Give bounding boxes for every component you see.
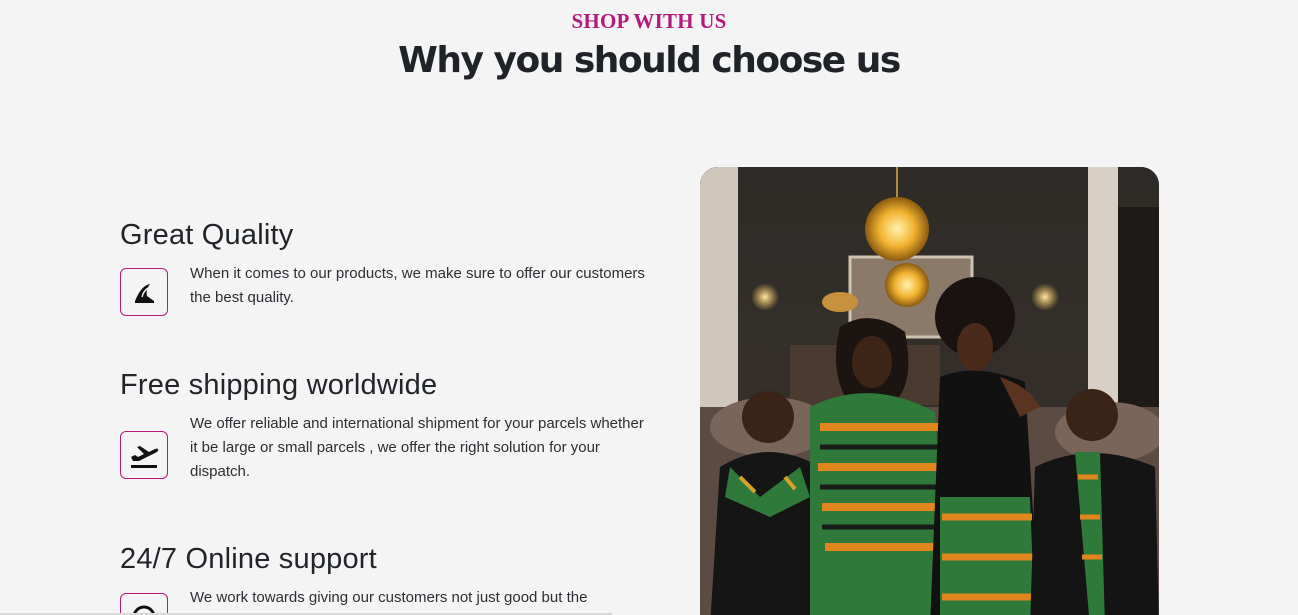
feature-description: We work towards giving our customers not…	[190, 589, 588, 606]
support-icon-box	[120, 593, 168, 615]
shipping-icon-box	[120, 431, 168, 479]
feature-great-quality: Great Quality When it comes to our produ…	[120, 216, 650, 316]
feature-title: Great Quality	[120, 219, 294, 251]
feature-title: Free shipping worldwide	[120, 369, 438, 401]
feature-free-shipping: Free shipping worldwide We offer reliabl…	[120, 366, 650, 480]
section-title: Why you should choose us	[398, 40, 901, 81]
group-photo-illustration	[700, 167, 1159, 615]
group-photo	[700, 167, 1159, 615]
quality-icon-box	[120, 268, 168, 316]
section-eyebrow: SHOP WITH US	[571, 9, 727, 33]
airplane-departure-icon	[131, 446, 159, 468]
feature-title: 24/7 Online support	[120, 543, 377, 575]
feature-description: We offer reliable and international ship…	[190, 415, 644, 480]
feature-description: When it comes to our products, we make s…	[190, 265, 645, 306]
quality-fin-icon	[135, 284, 154, 303]
feature-online-support: 24/7 Online support We work towards givi…	[120, 540, 650, 615]
